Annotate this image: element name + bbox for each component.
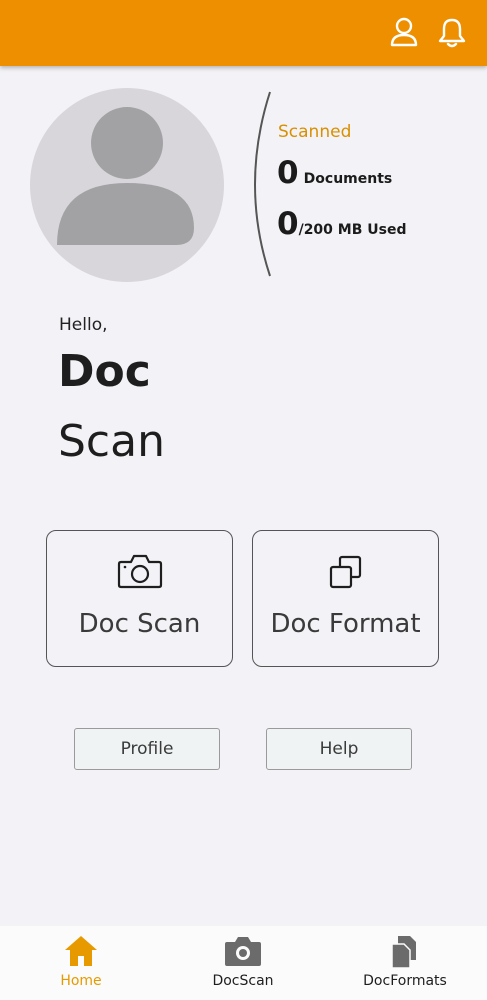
storage-label: /200 MB Used — [298, 222, 407, 238]
nav-item-docformats[interactable]: DocFormats — [340, 926, 470, 1000]
nav-item-home[interactable]: Home — [16, 926, 146, 1000]
documents-stat: 0 Documents — [277, 155, 392, 191]
camera-icon — [223, 934, 263, 972]
greeting-name-line2: Scan — [58, 416, 165, 467]
storage-stat: 0/200 MB Used — [277, 206, 406, 242]
greeting-hello: Hello, — [59, 315, 108, 335]
top-app-bar — [0, 0, 487, 66]
nav-label-docscan: DocScan — [212, 973, 274, 989]
stats-divider-arc — [254, 91, 271, 277]
avatar-placeholder-icon — [57, 107, 194, 245]
doc-scan-card[interactable]: Doc Scan — [46, 530, 233, 667]
doc-format-card[interactable]: Doc Format — [252, 530, 439, 667]
doc-scan-card-label: Doc Scan — [78, 609, 201, 639]
documents-icon — [388, 934, 422, 974]
nav-label-home: Home — [60, 973, 102, 989]
documents-count: 0 — [277, 155, 299, 191]
profile-avatar — [30, 88, 224, 282]
home-icon — [63, 934, 99, 972]
camera-icon — [117, 553, 163, 593]
storage-used: 0 — [277, 206, 299, 242]
copy-icon — [326, 553, 366, 597]
nav-label-docformats: DocFormats — [363, 973, 447, 989]
doc-format-card-label: Doc Format — [270, 609, 421, 639]
help-button[interactable]: Help — [266, 728, 412, 770]
scanned-label: Scanned — [278, 122, 352, 142]
profile-button[interactable]: Profile — [74, 728, 220, 770]
bottom-navigation: Home DocScan DocFormats — [0, 926, 487, 1000]
greeting-name-line1: Doc — [58, 346, 151, 397]
documents-label: Documents — [303, 171, 393, 187]
nav-item-docscan[interactable]: DocScan — [178, 926, 308, 1000]
bell-icon[interactable] — [437, 16, 467, 48]
user-icon[interactable] — [389, 16, 419, 48]
